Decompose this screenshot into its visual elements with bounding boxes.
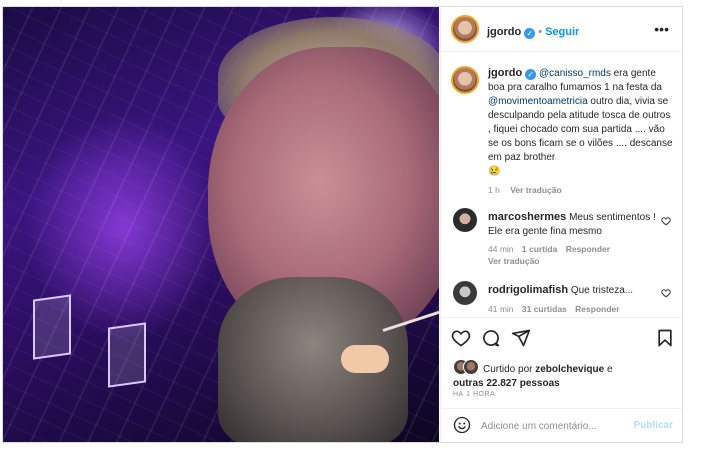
comment-meta: 41 min 31 curtidas Responder <box>488 302 668 316</box>
comment-like-heart-icon[interactable] <box>661 216 671 226</box>
comment-item: marcoshermes Meus sentimentos ! Ele era … <box>488 210 668 267</box>
stage-panel <box>108 322 146 388</box>
liked-by: Curtido por zebolchevique e outras 22.82… <box>453 359 673 391</box>
action-bar <box>441 317 683 358</box>
headset-mic <box>341 345 389 373</box>
separator-dot: • <box>538 26 543 38</box>
post-sidebar: jgordo ✓ • Seguir ••• jgordo ✓ @canisso_rmds… <box>440 7 683 442</box>
caption-meta: 1 h Ver tradução <box>488 183 674 197</box>
mention-link[interactable]: @canisso_rmds <box>539 68 611 79</box>
caption-age: 1 h <box>488 185 500 195</box>
author-username[interactable]: jgordo <box>487 26 521 38</box>
translate-link[interactable]: Ver tradução <box>488 256 540 266</box>
reply-button[interactable]: Responder <box>575 304 619 314</box>
commenter-avatar[interactable] <box>453 281 477 305</box>
comments-area: jgordo ✓ @canisso_rmds era gente boa pra … <box>441 52 683 317</box>
author-avatar[interactable] <box>451 15 479 43</box>
commenter-avatar[interactable] <box>453 208 477 232</box>
mention-link[interactable]: @movimentoametricia <box>488 96 588 107</box>
caption-emoji: 😢 <box>488 166 501 177</box>
caption-author-avatar[interactable] <box>451 66 479 94</box>
caption-username[interactable]: jgordo <box>488 67 522 79</box>
emoji-icon[interactable] <box>453 416 471 434</box>
comment-item: rodrigolimafish Que tristeza... 41 min 3… <box>488 283 668 316</box>
comment-age: 44 min <box>488 244 514 254</box>
post-card: jgordo ✓ • Seguir ••• jgordo ✓ @canisso_rmds… <box>2 6 683 443</box>
liker-username[interactable]: zebolchevique <box>535 364 604 375</box>
follow-button[interactable]: Seguir <box>545 26 579 38</box>
caption: jgordo ✓ @canisso_rmds era gente boa pra … <box>488 66 674 197</box>
comment-icon[interactable] <box>481 328 503 350</box>
comment-input[interactable] <box>481 418 631 434</box>
comment-age: 41 min <box>488 304 514 314</box>
liker-avatar <box>463 359 479 375</box>
verified-icon: ✓ <box>524 28 536 39</box>
liked-suffix: e <box>606 364 613 375</box>
heart-icon[interactable] <box>451 328 473 350</box>
post-header: jgordo ✓ • Seguir ••• <box>441 7 683 52</box>
translate-link[interactable]: Ver tradução <box>510 185 562 195</box>
bookmark-icon[interactable] <box>655 328 677 350</box>
comment-username[interactable]: rodrigolimafish <box>488 284 568 296</box>
comment-meta: 44 min 1 curtida Responder Ver tradução <box>488 243 668 267</box>
add-comment-bar: Publicar <box>441 408 683 443</box>
more-icon[interactable]: ••• <box>654 21 669 37</box>
comment-username[interactable]: marcoshermes <box>488 211 566 223</box>
author-line: jgordo ✓ • Seguir <box>487 22 579 40</box>
reply-button[interactable]: Responder <box>566 244 610 254</box>
post-timestamp[interactable]: HÁ 1 HORA <box>453 391 495 398</box>
stage-panel <box>33 294 71 360</box>
comment-like-heart-icon[interactable] <box>661 288 671 298</box>
post-photo[interactable] <box>3 7 439 442</box>
comment-likes[interactable]: 31 curtidas <box>522 304 567 314</box>
publish-button[interactable]: Publicar <box>634 420 673 431</box>
comment-likes[interactable]: 1 curtida <box>522 244 557 254</box>
share-icon[interactable] <box>511 328 533 350</box>
likes-count[interactable]: outras 22.827 pessoas <box>453 378 560 389</box>
comment-text: Que tristeza... <box>570 285 634 296</box>
verified-icon: ✓ <box>525 69 537 80</box>
liked-prefix: Curtido por <box>483 364 533 375</box>
